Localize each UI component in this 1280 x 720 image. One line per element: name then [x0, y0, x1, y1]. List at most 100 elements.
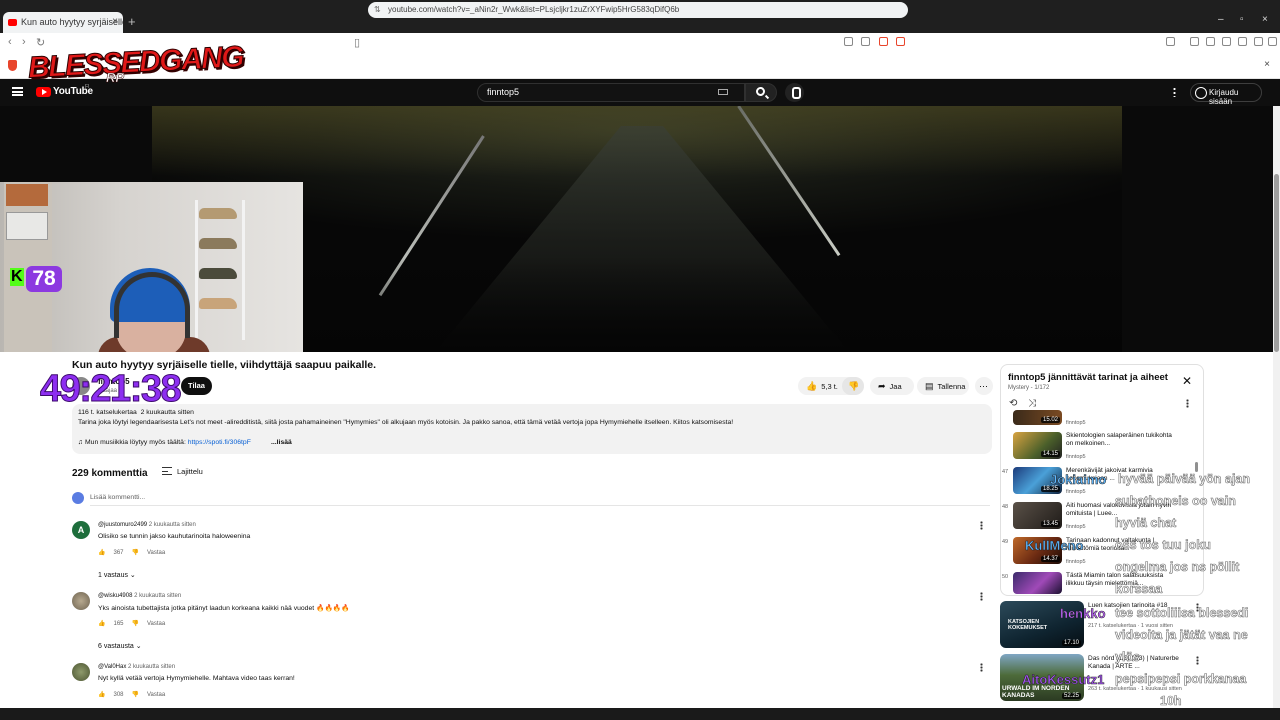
comment-avatar[interactable]	[72, 663, 90, 681]
maximize-icon[interactable]: ▫	[1240, 14, 1244, 25]
microphone-icon[interactable]	[785, 83, 804, 102]
bookmark-icon[interactable]: ▯	[354, 36, 360, 49]
search-icon[interactable]	[756, 87, 765, 96]
reading-list-icon[interactable]	[1206, 37, 1215, 46]
comment-avatar[interactable]	[72, 592, 90, 610]
sort-button[interactable]: Lajittelu	[177, 467, 203, 476]
comment-menu-icon[interactable]	[980, 592, 983, 601]
wallet-icon[interactable]	[1222, 37, 1231, 46]
comment-avatar[interactable]: A	[72, 521, 90, 539]
duration-badge: 52.25	[1061, 693, 1081, 699]
playlist-thumbnail[interactable]: 15.02	[1013, 410, 1062, 425]
tab-close-icon[interactable]: ×	[112, 16, 118, 27]
chat-message: ylös	[1115, 650, 1141, 665]
reload-icon[interactable]: ↻	[36, 36, 45, 49]
chat-message: ongelma jos ns pöllit	[1115, 560, 1240, 575]
back-icon[interactable]: ‹	[8, 36, 12, 48]
menu-icon[interactable]	[12, 87, 23, 96]
thumb-up-icon[interactable]: 👍	[98, 620, 105, 627]
page-scrollbar[interactable]	[1273, 106, 1280, 720]
brave-logo-icon[interactable]	[8, 60, 17, 71]
extension-icon[interactable]	[844, 37, 853, 46]
thumb-down-icon[interactable]: 👎	[132, 549, 139, 556]
comment-actions: 👍 165 👎 Vastaa	[98, 620, 173, 627]
playlist-thumbnail[interactable]	[1013, 572, 1062, 594]
replies-toggle[interactable]: 6 vastausta ⌄	[98, 642, 142, 650]
scrollbar-thumb[interactable]	[1274, 174, 1279, 352]
browser-tab[interactable]: Kun auto hyytyy syrjäiselle tielle ×	[3, 12, 123, 33]
more-actions-button[interactable]: ⋯	[975, 377, 993, 395]
description-text: Tarina joka löytyi legendaarisesta Let's…	[78, 419, 734, 426]
avatar	[72, 492, 84, 504]
add-comment-underline	[90, 505, 990, 506]
music-link[interactable]: https://spoti.fi/306tpF	[188, 439, 251, 446]
recommendation-menu-icon[interactable]	[1196, 656, 1199, 665]
signin-button[interactable]: Kirjaudu sisään	[1190, 83, 1262, 106]
music-note-icon: ♫	[78, 439, 84, 446]
comment-author[interactable]: @wisku4908	[98, 593, 132, 599]
playlist-thumbnail[interactable]: 13.45	[1013, 502, 1062, 529]
shuffle-icon[interactable]: ⤨	[1028, 398, 1036, 409]
url-bar[interactable]: ⇅ youtube.com/watch?v=_aNin2r_Wwk&list=P…	[368, 2, 908, 18]
youtube-logo-icon[interactable]	[36, 87, 51, 97]
description-music: ♫ Mun musiikkia löytyy myös täältä: http…	[78, 439, 251, 446]
rewards-icon[interactable]	[896, 37, 905, 46]
new-tab-icon[interactable]: +	[128, 14, 136, 29]
comment-actions: 👍 308 👎 Vastaa	[98, 691, 173, 698]
brave-shield-icon[interactable]	[879, 37, 888, 46]
share-button[interactable]: ➦ Jaa	[870, 377, 914, 395]
thumb-up-icon[interactable]: 👍	[98, 549, 105, 556]
playlist-menu-icon[interactable]	[1186, 399, 1189, 408]
settings-kebab-icon[interactable]	[1173, 87, 1176, 97]
chat-message: videoita ja jätät vaa ne	[1115, 628, 1248, 643]
save-button[interactable]: ▤ Tallenna	[917, 377, 969, 395]
chat-message: korssaa	[1115, 582, 1163, 597]
keyboard-icon[interactable]	[718, 89, 728, 95]
minimize-icon[interactable]: –	[1218, 14, 1224, 25]
loop-icon[interactable]: ⟲	[1009, 398, 1017, 409]
media-icon[interactable]	[1190, 37, 1199, 46]
browser-menu-icon[interactable]	[1268, 37, 1277, 46]
thumb-down-icon[interactable]: 👎	[132, 620, 139, 627]
headset-icon	[114, 272, 190, 338]
show-more-link[interactable]: ...lisää	[271, 439, 292, 446]
sort-icon[interactable]	[162, 467, 172, 475]
playlist-thumbnail[interactable]: 14.15	[1013, 432, 1062, 459]
add-comment-input[interactable]: Lisää kommentti...	[90, 494, 145, 501]
comment-text: Yks ainoista tubettajista jotka pitänyt …	[98, 605, 350, 612]
thumb-down-icon[interactable]: 👎	[132, 691, 139, 698]
playlist-item-title[interactable]: Skientologien salaperäinen tukikohta on …	[1066, 432, 1176, 448]
playlist-item-number: 47	[1002, 469, 1009, 475]
description-box[interactable]	[72, 404, 992, 454]
sidebar-toggle-icon[interactable]	[1166, 37, 1175, 46]
vpn-icon[interactable]	[1238, 37, 1247, 46]
replies-toggle[interactable]: 1 vastaus ⌄	[98, 571, 136, 579]
stream-brand-sub: RP	[106, 70, 125, 86]
window-close-icon[interactable]: ×	[1262, 14, 1268, 25]
duration-badge: 17.10	[1061, 640, 1081, 646]
reply-button[interactable]: Vastaa	[147, 692, 165, 698]
comment-author[interactable]: @juustomuro2499	[98, 522, 147, 528]
reply-button[interactable]: Vastaa	[147, 621, 165, 627]
site-info-icon[interactable]: ⇅	[374, 5, 381, 14]
comment-menu-icon[interactable]	[980, 663, 983, 672]
comment-menu-icon[interactable]	[980, 521, 983, 530]
comment-like-count: 308	[113, 692, 124, 698]
reply-button[interactable]: Vastaa	[147, 550, 165, 556]
thumb-up-icon[interactable]: 👍	[98, 691, 105, 698]
search-input[interactable]: finntop5	[477, 83, 745, 102]
subscribe-button[interactable]: Tilaa	[181, 377, 212, 395]
comment-count: 229 kommenttia	[72, 468, 148, 479]
close-bar-icon[interactable]: ×	[1264, 59, 1270, 70]
comment-author[interactable]: @Val0Hax	[98, 664, 126, 670]
playlist-close-icon[interactable]: ✕	[1182, 374, 1192, 388]
forward-icon[interactable]: ›	[22, 36, 26, 48]
playlist-scrollbar[interactable]	[1195, 462, 1198, 472]
thumbnail-caption: KATSOJIEN KOKEMUKSET	[1008, 619, 1048, 631]
download-icon[interactable]	[1254, 37, 1263, 46]
playlist-title[interactable]: finntop5 jännittävät tarinat ja aiheet	[1008, 372, 1168, 383]
share-page-icon[interactable]	[861, 37, 870, 46]
comment-age: 2 kuukautta sitten	[148, 522, 196, 528]
dislike-button[interactable]: 👎	[842, 377, 864, 395]
comment-like-count: 367	[113, 550, 124, 556]
